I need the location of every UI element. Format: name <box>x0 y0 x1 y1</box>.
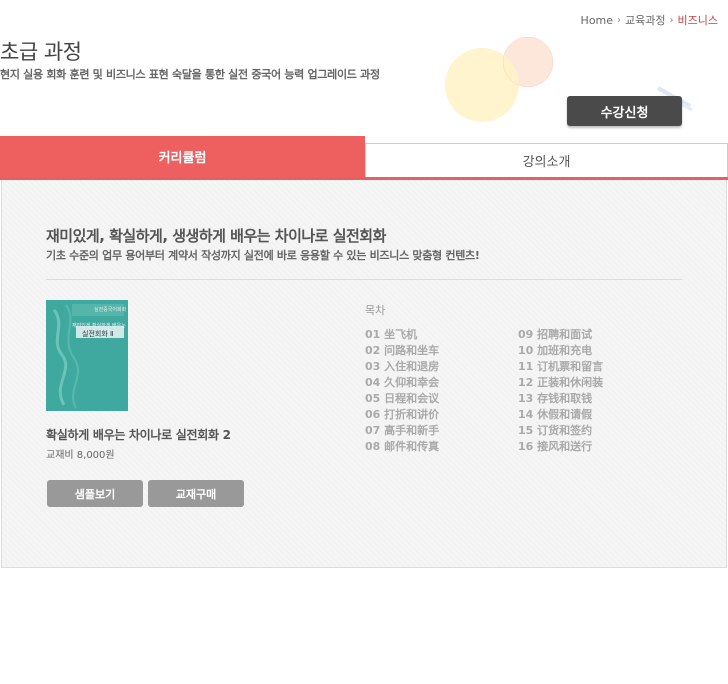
book-cover-line: 재미있게 확실하게 배우는 <box>72 323 126 329</box>
breadcrumb-level1[interactable]: 교육과정 <box>625 12 665 28</box>
divider <box>46 279 682 280</box>
toc-item: 12 正装和休闲装 <box>518 376 604 389</box>
sample-view-button[interactable]: 샘플보기 <box>47 480 143 507</box>
book-title: 확실하게 배우는 차이나로 실전회화 2 <box>46 428 231 442</box>
book-purchase-button[interactable]: 교재구매 <box>148 480 244 507</box>
page-subtitle: 현지 실용 회화 훈련 및 비즈니스 표현 숙달을 통한 실전 중국어 능력 업… <box>0 68 380 81</box>
tab-curriculum[interactable]: 커리큘럼 <box>0 136 365 177</box>
content-subline: 기초 수준의 업무 용어부터 계약서 작성까지 실전에 바로 응용할 수 있는 … <box>46 249 480 262</box>
toc-column-1: 01 坐飞机 02 问路和坐车 03 入住和退房 04 久仰和幸会 05 日程和… <box>365 326 439 454</box>
chevron-right-icon: › <box>669 14 674 26</box>
content-headline: 재미있게, 확실하게, 생생하게 배우는 차이나로 실전회화 <box>46 227 386 245</box>
breadcrumb: Home › 교육과정 › 비즈니스 <box>581 12 718 28</box>
toc-item: 04 久仰和幸会 <box>365 376 440 389</box>
toc-item: 16 接风和送行 <box>518 440 593 453</box>
toc-item: 13 存钱和取钱 <box>518 392 593 405</box>
toc-label: 목차 <box>365 304 386 317</box>
toc-item: 10 加班和充电 <box>518 344 593 357</box>
tab-lecture-intro[interactable]: 강의소개 <box>365 143 728 177</box>
breadcrumb-current[interactable]: 비즈니스 <box>678 12 718 28</box>
toc-item: 07 高手和新手 <box>365 424 440 437</box>
toc-item: 08 邮件和传真 <box>365 440 440 453</box>
toc-item: 14 休假和请假 <box>518 408 593 421</box>
toc-item: 11 订机票和留言 <box>518 360 604 373</box>
toc-item: 01 坐飞机 <box>365 328 418 341</box>
enroll-button[interactable]: 수강신청 <box>567 96 682 126</box>
book-cover-series: 실전중국어회화 <box>94 307 127 313</box>
curriculum-panel: 재미있게, 확실하게, 생생하게 배우는 차이나로 실전회화 기초 수준의 업무… <box>1 180 727 568</box>
toc-item: 06 打折和讲价 <box>365 408 440 421</box>
toc-item: 02 问路和坐车 <box>365 344 440 357</box>
book-cover-pattern <box>46 300 128 411</box>
tab-bar: 커리큘럼 강의소개 <box>0 136 728 180</box>
book-cover-title: 실전회화 Ⅱ <box>82 330 114 338</box>
toc-item: 09 招聘和面试 <box>518 328 593 341</box>
toc-item: 03 入住和退房 <box>365 360 440 373</box>
breadcrumb-home[interactable]: Home <box>581 14 613 27</box>
toc-item: 05 日程和会议 <box>365 392 440 405</box>
toc-column-2: 09 招聘和面试 10 加班和充电 11 订机票和留言 12 正装和休闲装 13… <box>518 326 603 454</box>
chevron-right-icon: › <box>617 14 622 26</box>
book-cover-image[interactable]: 실전중국어회화 재미있게 확실하게 배우는 실전회화 Ⅱ <box>46 300 128 411</box>
book-price: 교재비 8,000원 <box>46 450 115 461</box>
page-title: 초급 과정 <box>0 40 82 64</box>
toc-item: 15 订货和签约 <box>518 424 593 437</box>
